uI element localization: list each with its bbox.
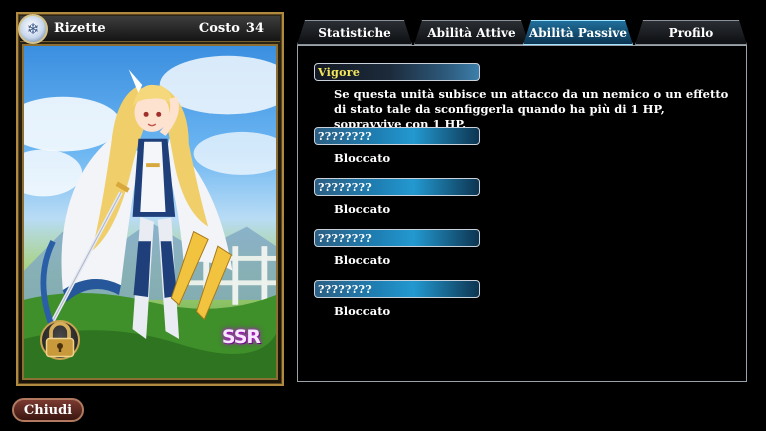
tab-statistiche[interactable]: Statistiche xyxy=(297,20,412,45)
ability-item: ???????? Bloccato xyxy=(314,280,734,319)
cost-value: 34 xyxy=(245,21,264,36)
character-cost: Costo 34 xyxy=(199,21,264,36)
lock-button[interactable] xyxy=(40,320,80,360)
ability-name: ???????? xyxy=(314,229,480,247)
snowflake-icon: ❄ xyxy=(18,14,48,44)
cost-label: Costo xyxy=(198,21,240,36)
ability-name: ???????? xyxy=(314,178,480,196)
ability-item: ???????? Bloccato xyxy=(314,229,734,268)
ability-item: Vigore Se questa unità subisce un attacc… xyxy=(314,63,734,132)
padlock-icon xyxy=(45,322,75,358)
ability-name: ???????? xyxy=(314,127,480,145)
ability-description: Bloccato xyxy=(334,304,391,318)
tab-bar: Statistiche Abilità Attive Abilità Passi… xyxy=(297,20,747,45)
ability-name: Vigore xyxy=(314,63,480,81)
ability-description: Bloccato xyxy=(334,151,391,165)
ability-item: ???????? Bloccato xyxy=(314,178,734,217)
tab-abilita-passive[interactable]: Abilità Passive xyxy=(523,20,633,45)
close-button[interactable]: Chiudi xyxy=(12,398,84,422)
passive-abilities-panel: Vigore Se questa unità subisce un attacc… xyxy=(297,45,747,382)
ability-description: Bloccato xyxy=(334,202,391,216)
ability-name: ???????? xyxy=(314,280,480,298)
ability-description: Se questa unità subisce un attacco da un… xyxy=(334,87,729,131)
ability-item: ???????? Bloccato xyxy=(314,127,734,166)
character-name: Rizette xyxy=(54,21,106,36)
card-header: ❄ Rizette Costo 34 xyxy=(18,14,280,44)
ability-description: Bloccato xyxy=(334,253,391,267)
tab-profilo[interactable]: Profilo xyxy=(635,20,747,45)
character-artwork: SSR xyxy=(22,44,278,380)
rarity-badge: SSR xyxy=(218,314,264,360)
tab-abilita-attive[interactable]: Abilità Attive xyxy=(414,20,529,45)
character-card: ❄ Rizette Costo 34 SSR xyxy=(16,12,284,386)
